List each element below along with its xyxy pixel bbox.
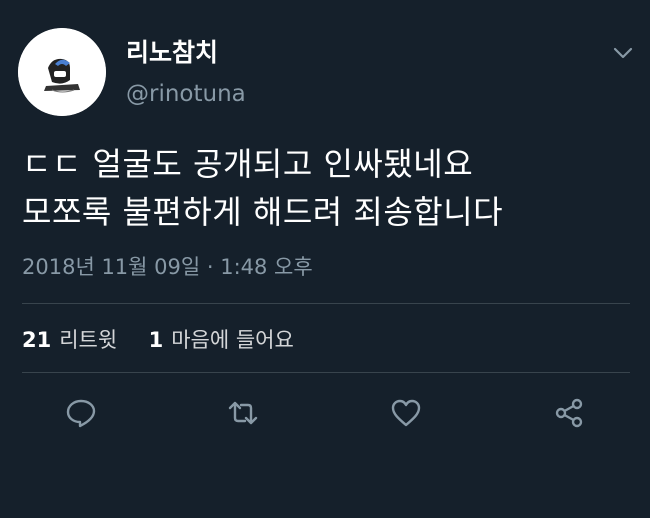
avatar-image (18, 28, 106, 116)
user-handle[interactable]: @rinotuna (126, 80, 246, 108)
divider (22, 372, 630, 373)
tweet-text: ㄷㄷ 얼굴도 공개되고 인싸됐네요 모쪼록 불편하게 해드려 죄송합니다 (22, 140, 632, 236)
top-bar (0, 0, 650, 10)
retweets-label: 리트윗 (59, 328, 118, 352)
avatar[interactable] (18, 28, 106, 116)
tweet-text-line-1: ㄷㄷ 얼굴도 공개되고 인싸됐네요 (22, 145, 474, 183)
display-name[interactable]: 리노참치 (126, 38, 218, 68)
likes-stat[interactable]: 1 마음에 들어요 (149, 328, 294, 352)
divider (22, 303, 630, 304)
like-button[interactable] (389, 396, 423, 430)
likes-label: 마음에 들어요 (171, 328, 294, 352)
retweet-button[interactable] (226, 396, 260, 430)
retweets-count: 21 (22, 328, 52, 352)
tweet-text-line-2: 모쪼록 불편하게 해드려 죄송합니다 (22, 193, 504, 231)
share-button[interactable] (552, 396, 586, 430)
reply-button[interactable] (64, 396, 98, 430)
like-heart-icon (391, 399, 421, 427)
retweets-stat[interactable]: 21 리트윗 (22, 328, 124, 352)
share-icon (555, 398, 583, 428)
tweet-timestamp[interactable]: 2018년 11월 09일 · 1:48 오후 (22, 252, 313, 282)
chevron-down-icon[interactable] (612, 44, 634, 62)
retweet-icon (228, 401, 258, 425)
likes-count: 1 (148, 328, 164, 352)
tweet-stats: 21 리트윗 1 마음에 들어요 (22, 325, 294, 355)
reply-icon (66, 399, 96, 428)
